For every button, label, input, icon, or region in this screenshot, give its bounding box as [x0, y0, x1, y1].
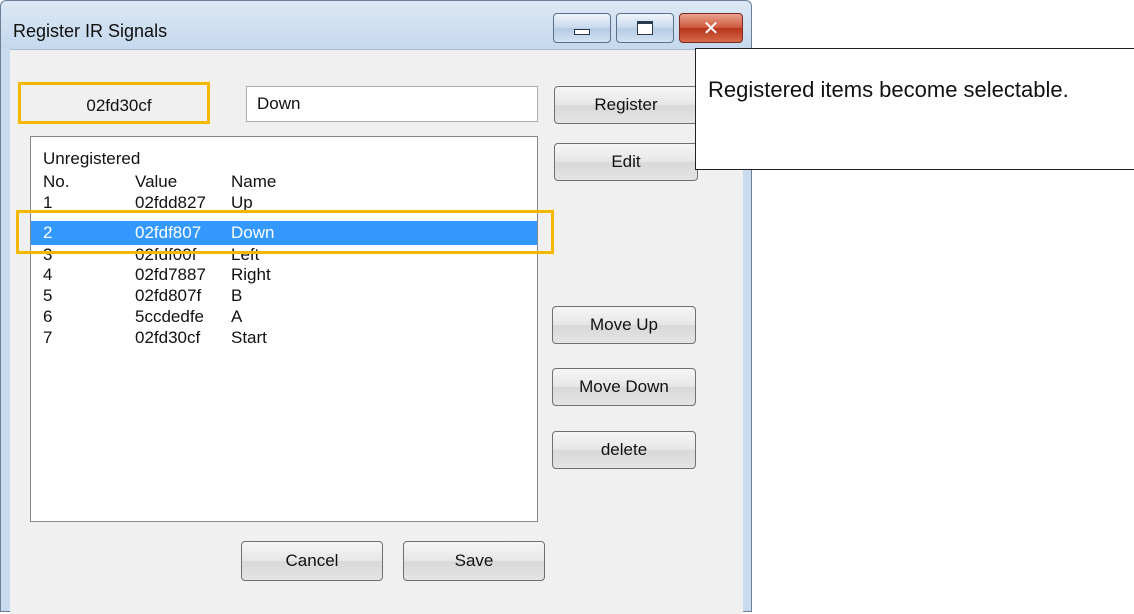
row-value: 02fdd827: [135, 193, 206, 212]
row-name: Down: [231, 223, 275, 242]
signal-code-display: 02fd30cf: [30, 87, 208, 124]
row-name: Up: [231, 193, 253, 212]
list-section-label: Unregistered: [31, 147, 537, 171]
signal-listbox[interactable]: Unregistered No. Value Name 1 02fdd827 U…: [30, 136, 538, 522]
maximize-icon: [637, 21, 653, 35]
list-item[interactable]: 1 02fdd827 Up: [31, 191, 537, 215]
cancel-button[interactable]: Cancel: [241, 541, 383, 581]
close-button[interactable]: ✕: [679, 13, 743, 43]
row-name: Start: [231, 328, 267, 347]
move-up-button[interactable]: Move Up: [552, 306, 696, 344]
section-label: Unregistered: [43, 149, 141, 168]
minimize-icon: [574, 29, 590, 35]
edit-button[interactable]: Edit: [554, 143, 698, 181]
delete-button[interactable]: delete: [552, 431, 696, 469]
row-value: 02fdf807: [135, 223, 202, 242]
register-ir-signals-window: Register IR Signals ✕ 02fd30cf Down Regi…: [0, 0, 752, 614]
close-icon: ✕: [702, 16, 720, 40]
dialog-client-area: 02fd30cf Down Register Edit Unregistered…: [10, 49, 743, 614]
row-no: 1: [43, 193, 53, 212]
row-no: 7: [43, 328, 53, 347]
list-item-selected[interactable]: 2 02fdf807 Down: [31, 221, 537, 245]
move-down-button[interactable]: Move Down: [552, 368, 696, 406]
title-bar[interactable]: Register IR Signals ✕: [1, 1, 751, 49]
maximize-button[interactable]: [616, 13, 674, 43]
window-title: Register IR Signals: [13, 21, 168, 41]
row-value: 02fd30cf: [135, 328, 201, 347]
minimize-button[interactable]: [553, 13, 611, 43]
signal-name-input[interactable]: Down: [246, 86, 538, 122]
row-no: 2: [43, 223, 53, 242]
register-button[interactable]: Register: [554, 86, 698, 124]
list-item[interactable]: 7 02fd30cf Start: [31, 326, 537, 350]
explanatory-callout: Registered items become selectable.: [695, 48, 1134, 170]
save-button[interactable]: Save: [403, 541, 545, 581]
